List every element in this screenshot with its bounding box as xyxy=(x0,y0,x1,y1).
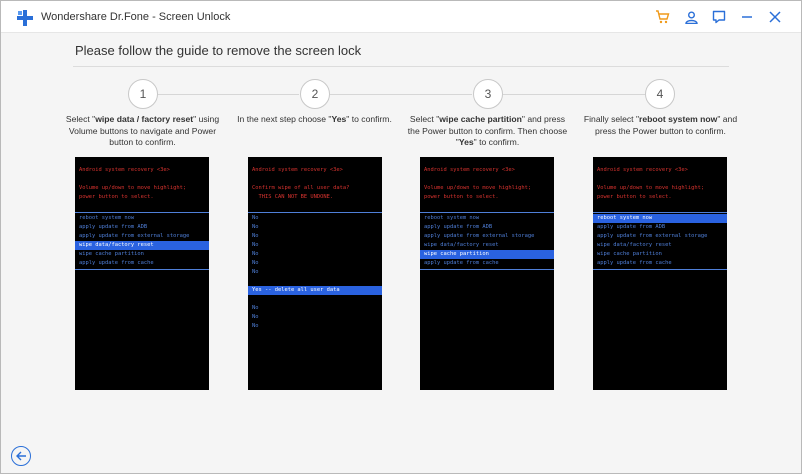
recovery-item: reboot system now xyxy=(424,215,480,221)
recovery-item: apply update from external storage xyxy=(597,233,708,239)
step-number-3: 3 xyxy=(473,79,503,109)
recovery-screen-3: Android system recovery <3e> Volume up/do… xyxy=(420,157,554,390)
recovery-item: wipe cache partition xyxy=(597,251,662,257)
recovery-item: No xyxy=(252,251,259,257)
recovery-item-selected: Yes -- delete all user data xyxy=(248,286,382,295)
recovery-instruction: Volume up/down to move highlight; xyxy=(424,185,532,191)
recovery-item: apply update from cache xyxy=(79,260,154,266)
user-icon xyxy=(684,11,698,24)
recovery-instruction: Volume up/down to move highlight; xyxy=(79,185,187,191)
recovery-item: wipe cache partition xyxy=(79,251,144,257)
close-button[interactable] xyxy=(764,7,786,27)
app-window: Wondershare Dr.Fone - Screen Unlock Plea… xyxy=(0,0,802,474)
recovery-header: Android system recovery <3e> xyxy=(252,167,343,173)
recovery-instruction: power button to select. xyxy=(597,194,672,200)
step-2-instruction: In the next step choose "Yes" to confirm… xyxy=(237,114,392,124)
recovery-instruction: Volume up/down to move highlight; xyxy=(597,185,705,191)
page-headline: Please follow the guide to remove the sc… xyxy=(75,43,362,58)
recovery-item-selected: reboot system now xyxy=(593,214,727,223)
recovery-item: apply update from cache xyxy=(424,260,499,266)
recovery-item: apply update from ADB xyxy=(597,224,666,230)
recovery-item: apply update from ADB xyxy=(424,224,493,230)
recovery-header: Android system recovery <3e> xyxy=(597,167,688,173)
recovery-divider xyxy=(248,212,382,213)
recovery-item: apply update from external storage xyxy=(79,233,190,239)
recovery-item: No xyxy=(252,242,259,248)
divider xyxy=(73,66,729,67)
recovery-instruction: power button to select. xyxy=(79,194,154,200)
step-3-instruction: Select "wipe cache partition" and press … xyxy=(407,114,568,147)
step-4-instruction: Finally select "reboot system now" and p… xyxy=(583,114,738,136)
recovery-divider xyxy=(593,269,727,270)
step-connector xyxy=(503,94,645,95)
drfone-logo-icon xyxy=(17,10,33,26)
recovery-item: reboot system now xyxy=(79,215,135,221)
recovery-divider xyxy=(75,269,209,270)
recovery-item: wipe data/factory reset xyxy=(597,242,672,248)
recovery-instruction: Confirm wipe of all user data? xyxy=(252,185,350,191)
recovery-divider xyxy=(420,269,554,270)
recovery-item: No xyxy=(252,215,259,221)
back-arrow-icon xyxy=(15,451,26,461)
title-bar: Wondershare Dr.Fone - Screen Unlock xyxy=(1,1,801,33)
recovery-screen-1: Android system recovery <3e> Volume up/do… xyxy=(75,157,209,390)
feedback-icon xyxy=(712,10,726,24)
recovery-item: apply update from external storage xyxy=(424,233,535,239)
recovery-screen-4: Android system recovery <3e> Volume up/do… xyxy=(593,157,727,390)
account-button[interactable] xyxy=(680,7,702,27)
recovery-header: Android system recovery <3e> xyxy=(79,167,170,173)
cart-button[interactable] xyxy=(651,7,673,27)
minimize-button[interactable] xyxy=(736,7,758,27)
recovery-item: apply update from cache xyxy=(597,260,672,266)
recovery-item: No xyxy=(252,224,259,230)
recovery-item: No xyxy=(252,233,259,239)
cart-icon xyxy=(655,10,669,24)
recovery-item: apply update from ADB xyxy=(79,224,148,230)
back-button[interactable] xyxy=(11,446,31,466)
step-connector xyxy=(330,94,472,95)
recovery-item: No xyxy=(252,305,259,311)
recovery-item-selected: wipe cache partition xyxy=(420,250,554,259)
recovery-item: wipe data/factory reset xyxy=(424,242,499,248)
recovery-header: Android system recovery <3e> xyxy=(424,167,515,173)
recovery-screen-2: Android system recovery <3e> Confirm wipe… xyxy=(248,157,382,390)
step-1-instruction: Select "wipe data / factory reset" using… xyxy=(65,114,220,147)
close-icon xyxy=(769,11,781,23)
recovery-item-selected: wipe data/factory reset xyxy=(75,241,209,250)
minimize-icon xyxy=(742,16,752,18)
recovery-instruction: THIS CAN NOT BE UNDONE. xyxy=(252,194,334,200)
feedback-button[interactable] xyxy=(708,7,730,27)
recovery-divider xyxy=(420,212,554,213)
step-connector xyxy=(158,94,299,95)
recovery-item: No xyxy=(252,314,259,320)
recovery-divider xyxy=(593,212,727,213)
step-number-4: 4 xyxy=(645,79,675,109)
recovery-item: No xyxy=(252,260,259,266)
step-number-2: 2 xyxy=(300,79,330,109)
recovery-instruction: power button to select. xyxy=(424,194,499,200)
recovery-divider xyxy=(75,212,209,213)
app-title: Wondershare Dr.Fone - Screen Unlock xyxy=(41,11,231,23)
step-number-1: 1 xyxy=(128,79,158,109)
recovery-item: No xyxy=(252,323,259,329)
recovery-item: No xyxy=(252,269,259,275)
